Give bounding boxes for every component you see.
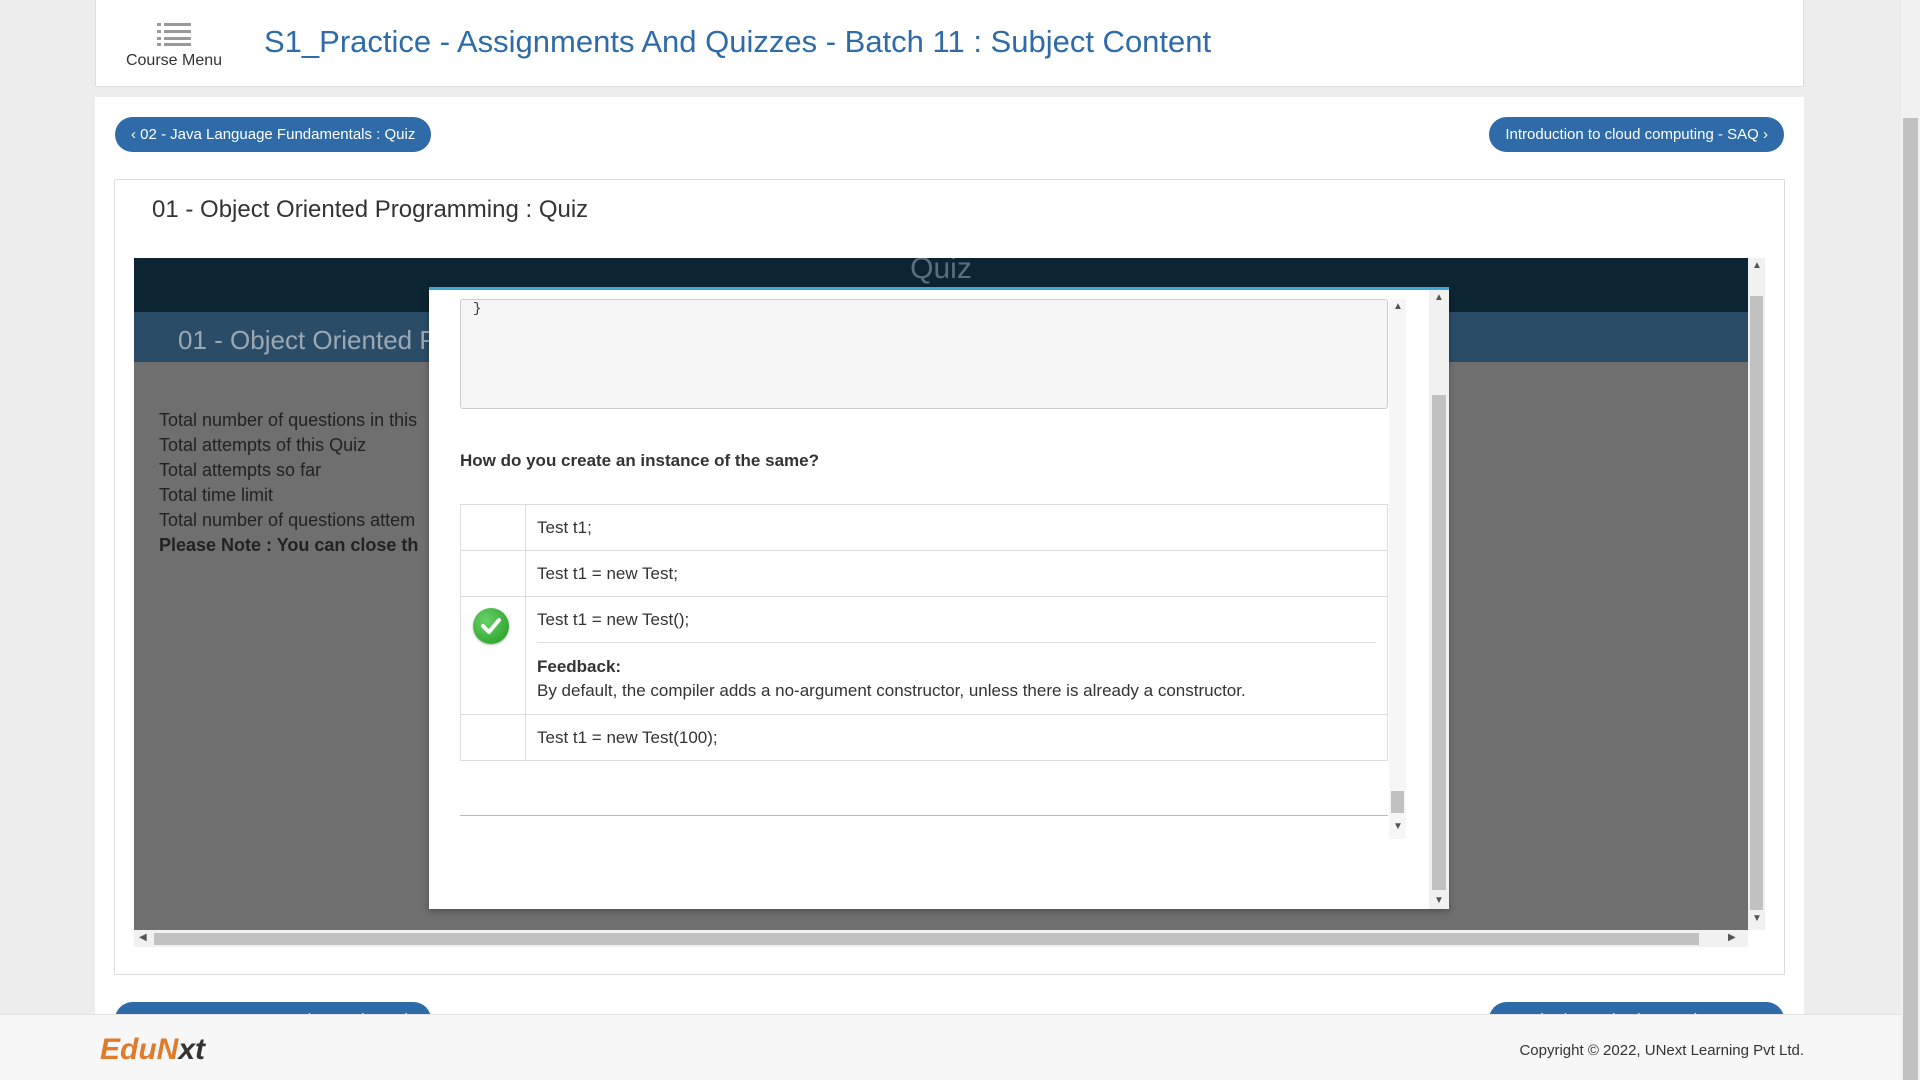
- edunxt-logo[interactable]: EduNxt: [100, 1033, 205, 1067]
- footer: EduNxt Copyright © 2022, UNext Learning …: [0, 1014, 1901, 1080]
- quiz-review-modal: } ▲ ▼ How do you create an instance of t…: [429, 287, 1449, 909]
- question-text: How do you create an instance of the sam…: [460, 451, 819, 470]
- option-marker: [461, 505, 526, 550]
- scroll-right-icon[interactable]: ▶: [1728, 932, 1736, 943]
- modal-content: } ▲ ▼ How do you create an instance of t…: [429, 290, 1429, 909]
- checkmark-circle-icon: [473, 608, 509, 644]
- info-line: Total number of questions in this: [159, 410, 418, 430]
- modal-vscroll-thumb[interactable]: [1432, 395, 1446, 890]
- logo-part1: EduN: [100, 1033, 179, 1066]
- frame-hscroll-thumb[interactable]: [154, 933, 1699, 945]
- logo-part2: xt: [178, 1033, 206, 1066]
- scroll-left-icon[interactable]: ◀: [139, 932, 147, 943]
- answer-option: Test t1;: [461, 505, 1387, 551]
- scroll-down-icon[interactable]: ▼: [1393, 821, 1403, 832]
- hamburger-icon: [157, 23, 191, 46]
- divider: [460, 815, 1388, 816]
- page-vscroll-thumb[interactable]: [1903, 118, 1918, 1080]
- course-menu-button[interactable]: Course Menu: [124, 22, 224, 70]
- feedback-text: By default, the compiler adds a no-argum…: [537, 681, 1246, 700]
- info-line: Total time limit: [159, 485, 274, 505]
- scroll-up-icon[interactable]: ▲: [1393, 301, 1403, 312]
- course-menu-label: Course Menu: [125, 52, 223, 69]
- prev-content-button[interactable]: ‹ 02 - Java Language Fundamentals : Quiz: [115, 117, 432, 152]
- info-line: Total attempts so far: [159, 460, 322, 480]
- answer-options: Test t1; Test t1 = new Test; Test t1 = n…: [460, 504, 1388, 761]
- code-snippet: }: [460, 299, 1388, 409]
- option-text: Test t1 = new Test(100);: [537, 728, 718, 747]
- page-title: S1_Practice - Assignments And Quizzes - …: [264, 24, 1212, 59]
- info-line: Total number of questions attem: [159, 510, 416, 530]
- quiz-info: Total number of questions in this Total …: [159, 408, 418, 558]
- info-note: Please Note : You can close th: [159, 535, 419, 555]
- top-header: Course Menu S1_Practice - Assignments An…: [95, 0, 1804, 87]
- option-feedback: Feedback: By default, the compiler adds …: [537, 642, 1376, 714]
- content-title: 01 - Object Oriented Programming : Quiz: [152, 196, 589, 223]
- option-marker: [461, 715, 526, 760]
- scroll-up-icon[interactable]: ▲: [1434, 292, 1444, 303]
- inner-vscroll-thumb[interactable]: [1391, 791, 1404, 813]
- modal-vertical-scrollbar[interactable]: ▲ ▼: [1429, 290, 1449, 909]
- quiz-heading: Quiz: [910, 258, 972, 285]
- answer-option: Test t1 = new Test;: [461, 551, 1387, 597]
- option-text: Test t1 = new Test;: [537, 564, 678, 583]
- scroll-down-icon[interactable]: ▼: [1434, 895, 1444, 906]
- feedback-label: Feedback:: [537, 657, 622, 676]
- option-text: Test t1 = new Test();: [537, 610, 690, 629]
- frame-horizontal-scrollbar[interactable]: ◀ ▶: [134, 930, 1748, 947]
- scroll-up-icon[interactable]: ▲: [1752, 260, 1762, 271]
- option-marker: [461, 551, 526, 596]
- option-marker: [461, 597, 526, 714]
- frame-vscroll-thumb[interactable]: [1750, 296, 1763, 910]
- page-vertical-scrollbar[interactable]: [1901, 0, 1920, 1080]
- answer-option: Test t1 = new Test(100);: [461, 715, 1387, 760]
- next-content-button[interactable]: Introduction to cloud computing - SAQ ›: [1489, 117, 1784, 152]
- frame-vertical-scrollbar[interactable]: ▲ ▼: [1748, 258, 1765, 930]
- copyright-text: Copyright © 2022, UNext Learning Pvt Ltd…: [1519, 1042, 1804, 1059]
- quiz-band-title: 01 - Object Oriented P: [178, 325, 437, 355]
- answer-option-correct: Test t1 = new Test(); Feedback: By defau…: [461, 597, 1387, 715]
- scroll-down-icon[interactable]: ▼: [1752, 913, 1762, 924]
- inner-vertical-scrollbar[interactable]: ▲ ▼: [1389, 299, 1406, 839]
- option-text: Test t1;: [537, 518, 592, 537]
- info-line: Total attempts of this Quiz: [159, 435, 367, 455]
